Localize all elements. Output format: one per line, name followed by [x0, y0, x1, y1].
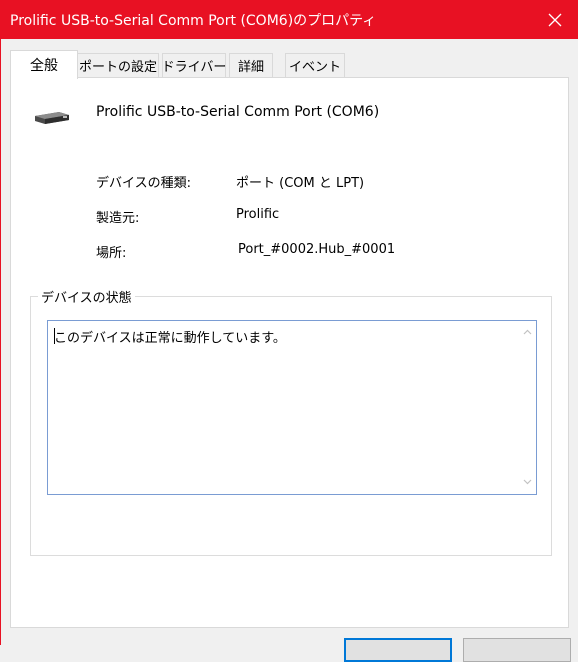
serial-port-icon	[35, 112, 69, 124]
tab-port-settings-label: ポートの設定	[78, 60, 157, 75]
tab-driver[interactable]: ドライバー	[162, 53, 226, 77]
device-status-legend: デバイスの状態	[38, 287, 135, 306]
tab-general[interactable]: 全般	[10, 50, 78, 79]
tab-general-label: 全般	[30, 58, 58, 74]
title-bar[interactable]: Prolific USB-to-Serial Comm Port (COM6)の…	[0, 0, 578, 39]
tab-events[interactable]: イベント	[285, 53, 345, 77]
device-status-text: このデバイスは正常に動作しています。	[54, 331, 286, 346]
manufacturer-label: 製造元:	[96, 211, 140, 226]
scroll-down-button[interactable]	[519, 473, 536, 490]
location-value: Port_#0002.Hub_#0001	[238, 242, 396, 257]
location-label: 場所:	[96, 246, 127, 261]
device-type-label: デバイスの種類:	[96, 176, 191, 191]
close-button[interactable]	[532, 0, 578, 39]
scroll-up-button[interactable]	[519, 323, 536, 340]
tab-details-label: 詳細	[237, 60, 264, 75]
window-title: Prolific USB-to-Serial Comm Port (COM6)の…	[10, 13, 377, 29]
manufacturer-value: Prolific	[236, 207, 280, 222]
vertical-scrollbar[interactable]	[519, 321, 536, 494]
tab-port-settings[interactable]: ポートの設定	[77, 53, 159, 77]
device-status-textbox[interactable]: このデバイスは正常に動作しています。	[47, 320, 537, 495]
window-border	[0, 39, 1, 645]
tab-driver-label: ドライバー	[161, 60, 227, 75]
close-icon	[548, 13, 562, 26]
chevron-up-icon	[523, 329, 532, 334]
ok-button[interactable]	[344, 638, 452, 662]
cancel-button[interactable]	[463, 638, 571, 662]
tab-strip: 全般 ポートの設定 ドライバー 詳細 イベント	[10, 50, 570, 79]
general-tab-panel: Prolific USB-to-Serial Comm Port (COM6) …	[10, 77, 569, 628]
chevron-down-icon	[523, 479, 532, 484]
tab-details[interactable]: 詳細	[229, 53, 273, 77]
device-name: Prolific USB-to-Serial Comm Port (COM6)	[96, 104, 380, 120]
tab-events-label: イベント	[288, 60, 341, 75]
device-status-group: デバイスの状態 このデバイスは正常に動作しています。	[30, 287, 552, 556]
device-type-value: ポート (COM と LPT)	[236, 176, 365, 191]
properties-dialog: Prolific USB-to-Serial Comm Port (COM6)の…	[0, 0, 578, 662]
